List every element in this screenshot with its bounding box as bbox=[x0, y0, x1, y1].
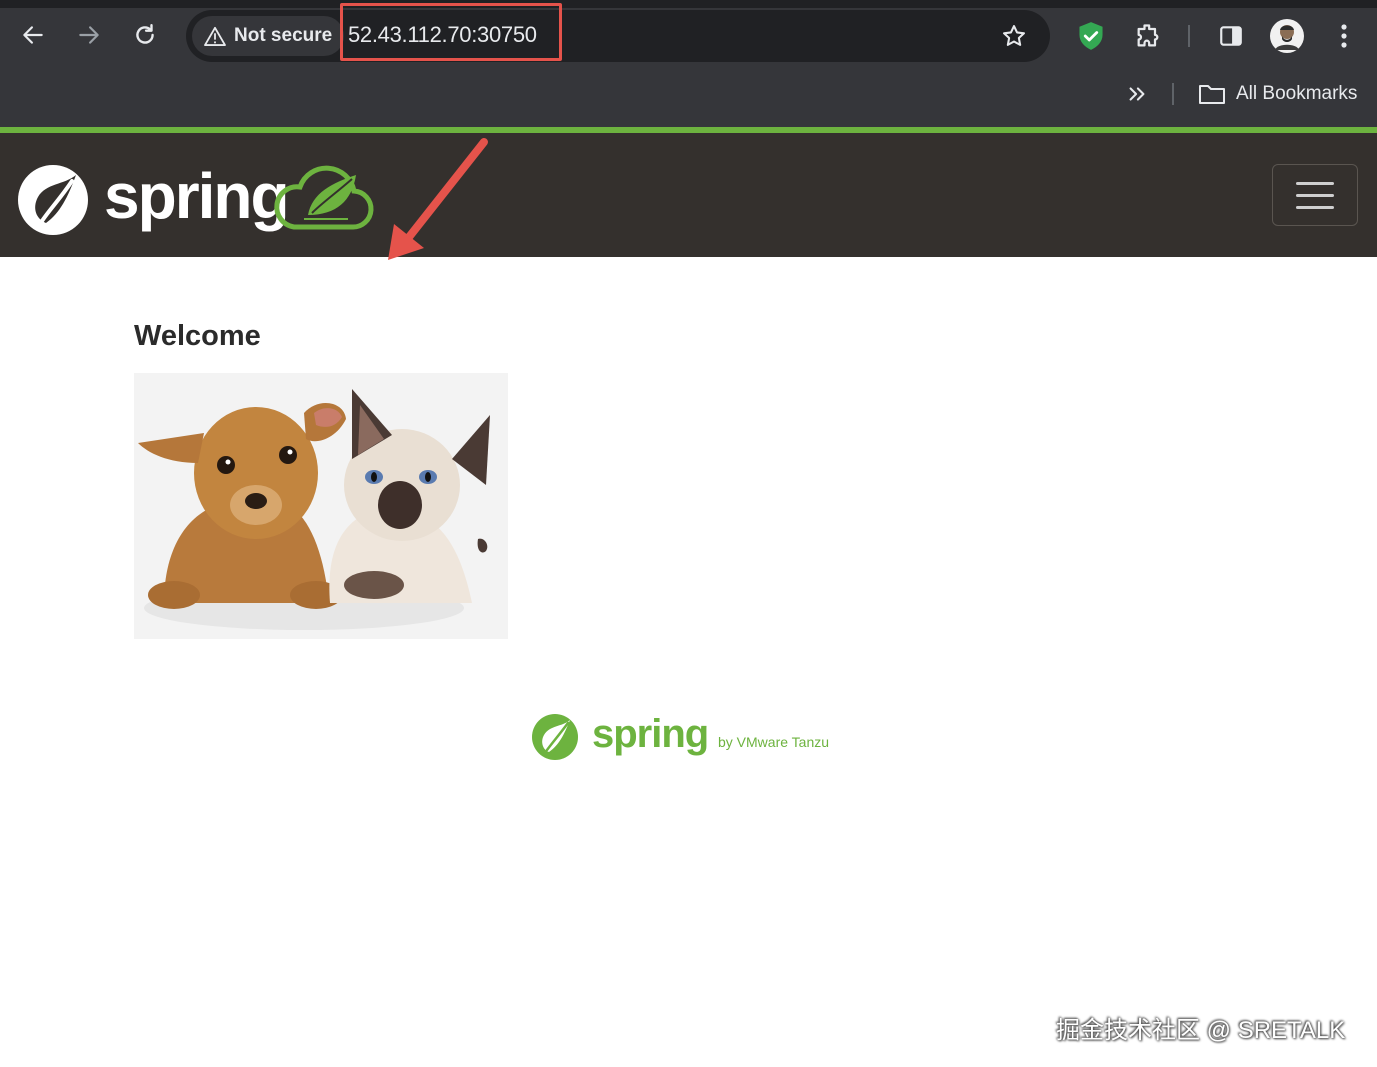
toolbar-separator bbox=[1188, 25, 1190, 47]
browser-toolbar: Not secure 52.43.112.70:30750 All Bookma… bbox=[0, 0, 1377, 127]
avatar bbox=[1270, 19, 1304, 53]
watermark: 掘金技术社区 @ SRETALK bbox=[1056, 1017, 1346, 1044]
extensions-icon bbox=[1137, 24, 1159, 47]
bookmark-star-button[interactable] bbox=[996, 18, 1032, 54]
shield-check-icon bbox=[1079, 22, 1103, 50]
browser-menu-button[interactable] bbox=[1326, 18, 1362, 54]
side-panel-icon bbox=[1220, 26, 1242, 46]
site-navbar: spring bbox=[0, 133, 1377, 257]
nav-toggle-button[interactable] bbox=[1272, 164, 1358, 226]
hamburger-icon bbox=[1296, 181, 1334, 185]
spring-leaf-icon bbox=[18, 165, 88, 235]
forward-arrow-icon bbox=[79, 26, 99, 44]
warning-icon bbox=[204, 26, 226, 46]
profile-button[interactable] bbox=[1269, 18, 1305, 54]
footer-spring-wordmark: spring bbox=[592, 712, 709, 756]
tab-strip bbox=[0, 0, 1377, 8]
back-button[interactable] bbox=[16, 18, 50, 52]
spring-logo-link[interactable]: spring bbox=[0, 133, 380, 257]
dog-and-cat-photo bbox=[134, 373, 508, 639]
more-bookmarks-button[interactable] bbox=[1119, 76, 1155, 112]
footer-tagline: by VMware Tanzu bbox=[718, 734, 830, 750]
url-highlight-box bbox=[340, 3, 562, 61]
footer-spring-logo: spring by VMware Tanzu bbox=[530, 708, 860, 768]
star-icon bbox=[1003, 25, 1025, 46]
extensions-button[interactable] bbox=[1130, 18, 1166, 54]
all-bookmarks-button[interactable]: All Bookmarks bbox=[1198, 80, 1357, 108]
side-panel-button[interactable] bbox=[1213, 18, 1249, 54]
extension-shield-button[interactable] bbox=[1073, 18, 1109, 54]
address-bar[interactable]: Not secure 52.43.112.70:30750 bbox=[186, 10, 1050, 62]
double-chevron-icon bbox=[1129, 87, 1145, 101]
all-bookmarks-label: All Bookmarks bbox=[1236, 83, 1358, 104]
reload-button[interactable] bbox=[128, 18, 162, 52]
back-arrow-icon bbox=[23, 26, 43, 44]
bookmarks-separator bbox=[1172, 83, 1174, 105]
security-label: Not secure bbox=[234, 25, 333, 46]
pets-image bbox=[134, 373, 508, 639]
folder-icon bbox=[1199, 85, 1225, 104]
security-chip[interactable]: Not secure bbox=[192, 16, 345, 56]
spring-wordmark: spring bbox=[104, 160, 290, 232]
forward-button[interactable] bbox=[72, 18, 106, 52]
kebab-menu-icon bbox=[1341, 24, 1347, 48]
annotation-arrow bbox=[388, 138, 488, 260]
spring-leaf-icon bbox=[532, 714, 578, 760]
petclinic-cloud-logo bbox=[274, 165, 374, 230]
page-title: Welcome bbox=[134, 320, 261, 352]
reload-icon bbox=[136, 24, 154, 44]
